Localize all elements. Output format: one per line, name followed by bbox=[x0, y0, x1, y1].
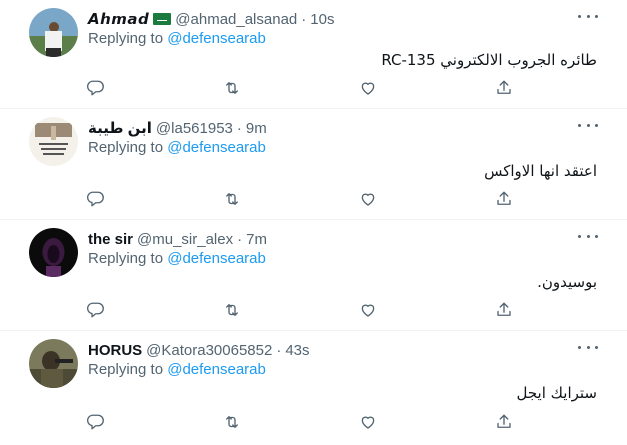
reply-icon[interactable] bbox=[86, 301, 106, 321]
reply-icon[interactable] bbox=[86, 413, 106, 433]
timestamp[interactable]: 9m bbox=[246, 120, 267, 137]
retweet-icon[interactable] bbox=[223, 79, 243, 99]
replying-prefix: Replying to bbox=[88, 30, 164, 47]
replying-to: Replying to @defensearab bbox=[88, 250, 266, 267]
tweet-ahmad[interactable]: 𝘼𝙝𝙢𝙖𝙙 @ahmad_alsanad · 10s Replying to @… bbox=[0, 0, 627, 109]
tweet-ibn-taiba[interactable]: ابن طيبة @la561953 · 9m Replying to @def… bbox=[0, 109, 627, 220]
more-icon[interactable] bbox=[578, 8, 598, 24]
like-icon[interactable] bbox=[359, 190, 379, 210]
user-handle[interactable]: @ahmad_alsanad bbox=[175, 11, 297, 28]
tweet-horus[interactable]: HORUS @Katora30065852 · 43s Replying to … bbox=[0, 331, 627, 445]
reply-icon[interactable] bbox=[86, 190, 106, 210]
retweet-icon[interactable] bbox=[223, 413, 243, 433]
replying-to: Replying to @defensearab bbox=[88, 30, 266, 47]
separator: · bbox=[236, 119, 242, 137]
more-icon[interactable] bbox=[578, 339, 598, 355]
display-name[interactable]: the sir bbox=[88, 231, 133, 248]
tweet-text: سترايك ايجل bbox=[516, 384, 597, 402]
timestamp[interactable]: 7m bbox=[246, 231, 267, 248]
like-icon[interactable] bbox=[359, 79, 379, 99]
user-handle[interactable]: @Katora30065852 bbox=[146, 342, 272, 359]
tweet-text: اعتقد انها الاواكس bbox=[484, 162, 597, 180]
share-icon[interactable] bbox=[495, 79, 515, 99]
separator: · bbox=[237, 230, 243, 248]
tweet-actions bbox=[86, 301, 516, 321]
tweet-actions bbox=[86, 413, 516, 433]
separator: · bbox=[276, 341, 282, 359]
display-name[interactable]: HORUS bbox=[88, 342, 142, 359]
tweet-text: بوسيدون. bbox=[537, 273, 597, 291]
mention-link[interactable]: @defensearab bbox=[167, 30, 266, 47]
replying-prefix: Replying to bbox=[88, 361, 164, 378]
share-icon[interactable] bbox=[495, 190, 515, 210]
mention-link[interactable]: @defensearab bbox=[167, 361, 266, 378]
separator: · bbox=[301, 10, 307, 28]
user-handle[interactable]: @mu_sir_alex bbox=[137, 231, 233, 248]
mention-link[interactable]: @defensearab bbox=[167, 139, 266, 156]
mention-link[interactable]: @defensearab bbox=[167, 250, 266, 267]
replying-prefix: Replying to bbox=[88, 139, 164, 156]
tweet-actions bbox=[86, 79, 516, 99]
replying-to: Replying to @defensearab bbox=[88, 361, 266, 378]
retweet-icon[interactable] bbox=[223, 301, 243, 321]
like-icon[interactable] bbox=[359, 413, 379, 433]
display-name[interactable]: ابن طيبة bbox=[88, 119, 152, 137]
user-handle[interactable]: @la561953 bbox=[156, 120, 233, 137]
share-icon[interactable] bbox=[495, 413, 515, 433]
replying-to: Replying to @defensearab bbox=[88, 139, 266, 156]
timestamp[interactable]: 43s bbox=[285, 342, 309, 359]
avatar[interactable] bbox=[29, 8, 78, 57]
avatar[interactable] bbox=[29, 339, 78, 388]
more-icon[interactable] bbox=[578, 228, 598, 244]
reply-icon[interactable] bbox=[86, 79, 106, 99]
replying-prefix: Replying to bbox=[88, 250, 164, 267]
like-icon[interactable] bbox=[359, 301, 379, 321]
share-icon[interactable] bbox=[495, 301, 515, 321]
tweet-the-sir[interactable]: the sir @mu_sir_alex · 7m Replying to @d… bbox=[0, 220, 627, 331]
timestamp[interactable]: 10s bbox=[310, 11, 334, 28]
display-name[interactable]: 𝘼𝙝𝙢𝙖𝙙 bbox=[88, 10, 149, 28]
more-icon[interactable] bbox=[578, 117, 598, 133]
saudi-flag-icon bbox=[153, 13, 172, 25]
avatar[interactable] bbox=[29, 228, 78, 277]
avatar[interactable] bbox=[29, 117, 78, 166]
tweet-actions bbox=[86, 190, 516, 210]
retweet-icon[interactable] bbox=[223, 190, 243, 210]
tweet-text: طائره الجروب الالكتروني RC-135 bbox=[381, 51, 597, 69]
